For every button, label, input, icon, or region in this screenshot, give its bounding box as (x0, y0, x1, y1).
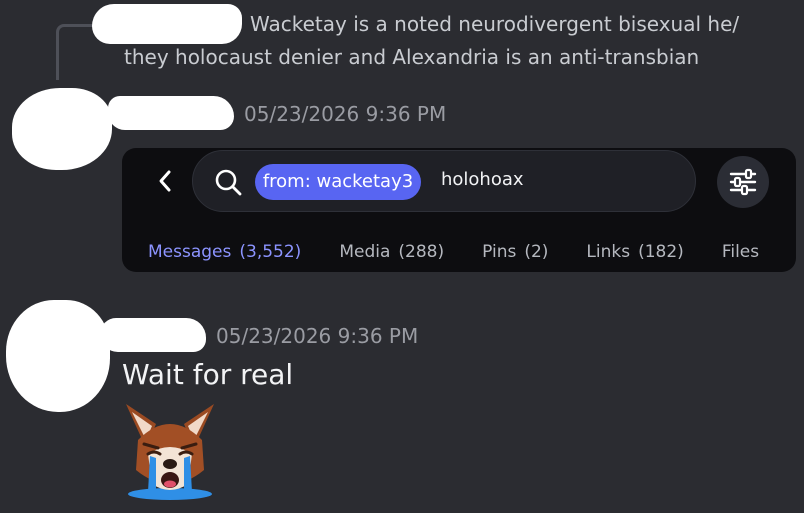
filter-settings-button[interactable] (717, 156, 769, 208)
post-timestamp: 05/23/2026 9:36 PM (244, 102, 447, 126)
post-timestamp-2: 05/23/2026 9:36 PM (216, 324, 419, 348)
attached-image[interactable]: from: wacketay3 holohoax Messages (3,552)… (122, 148, 796, 272)
sliders-icon (729, 168, 757, 196)
redacted-avatar-1 (12, 88, 112, 170)
crying-wolf-emoji-icon[interactable] (122, 400, 218, 502)
message-text: Wait for real (122, 358, 294, 391)
tab-messages[interactable]: Messages (3,552) (148, 242, 301, 262)
redacted-username-1 (108, 96, 234, 130)
search-bar[interactable]: from: wacketay3 holohoax (192, 150, 696, 212)
tab-files[interactable]: Files (722, 242, 759, 262)
reply-preview[interactable]: Wacketay is a noted neurodivergent bisex… (124, 8, 784, 74)
tab-links[interactable]: Links (182) (586, 242, 683, 262)
search-filter-chip[interactable]: from: wacketay3 (255, 164, 421, 200)
redacted-username-2 (100, 318, 206, 352)
tab-media[interactable]: Media (288) (339, 242, 444, 262)
reply-preview-text: Wacketay is a noted neurodivergent bisex… (124, 12, 740, 69)
redacted-avatar-2 (6, 300, 110, 412)
search-query[interactable]: holohoax (441, 169, 524, 190)
back-chevron-icon[interactable] (150, 166, 180, 196)
reply-connector (56, 24, 96, 80)
search-result-tabs: Messages (3,552) Media (288) Pins (2) Links (18… (148, 242, 796, 262)
search-icon (215, 169, 242, 196)
tab-pins[interactable]: Pins (2) (482, 242, 548, 262)
